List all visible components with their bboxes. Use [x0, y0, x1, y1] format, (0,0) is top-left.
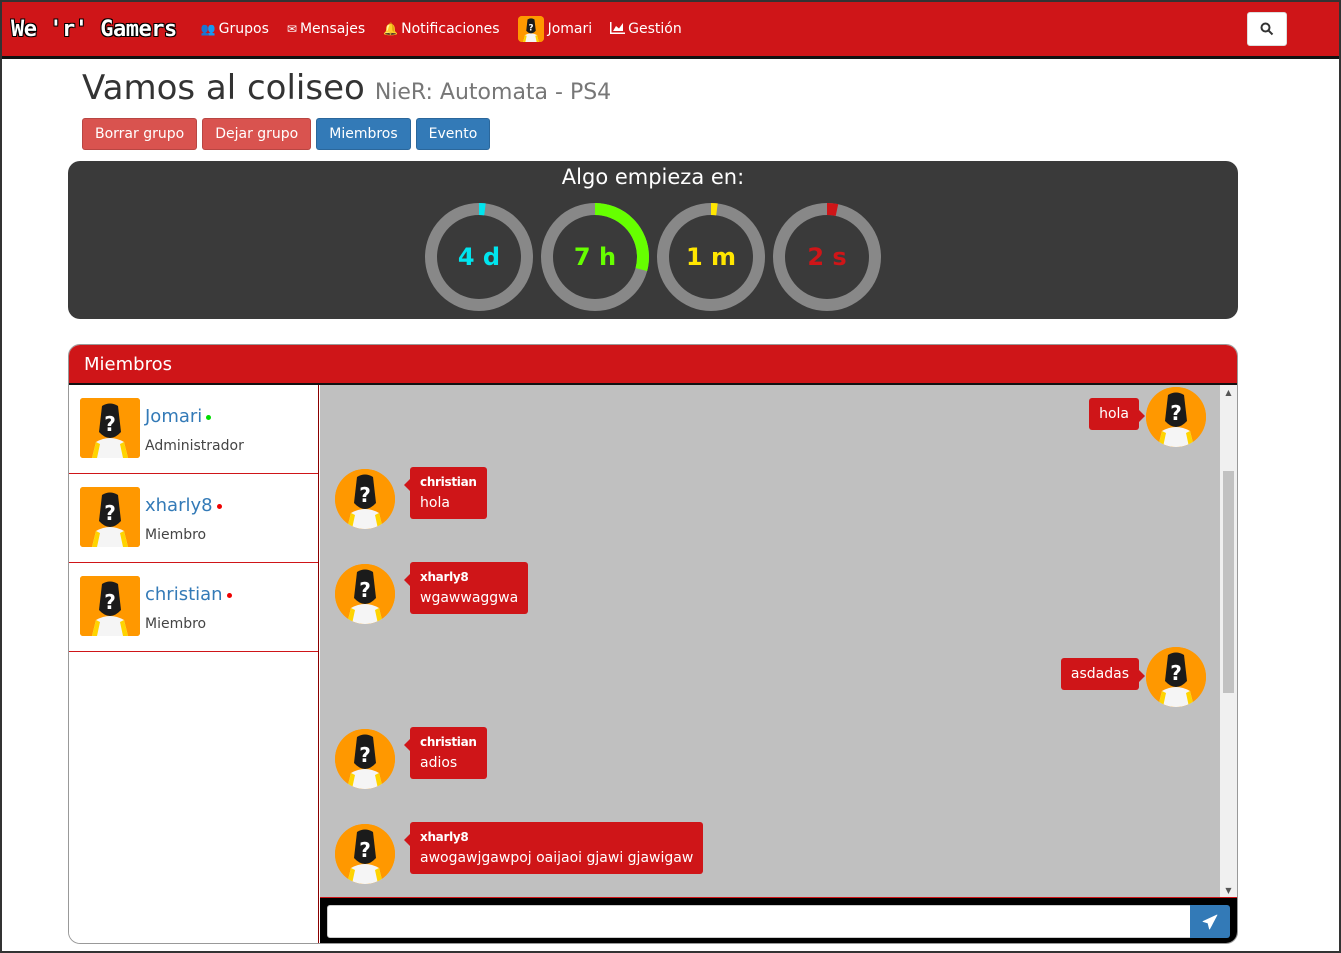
avatar	[517, 16, 544, 42]
chat-scrollbar[interactable]: ▲ ▼	[1220, 385, 1237, 897]
chat-area[interactable]: hola christian hola xharly8 wgawwaggwa a…	[320, 385, 1237, 897]
member-role: Miembro	[145, 527, 207, 543]
nav-profile-label: Jomari	[547, 21, 593, 37]
message-author: christian	[420, 735, 477, 749]
member-item[interactable]: xharly8 Miembro	[69, 474, 318, 563]
member-name-text: christian	[145, 584, 223, 605]
member-role: Miembro	[145, 616, 207, 632]
chat-message: christian adios	[404, 727, 487, 779]
nav-mensajes-label: Mensajes	[299, 21, 366, 37]
countdown-value: 4 d	[457, 243, 501, 271]
scroll-up-icon[interactable]: ▲	[1220, 385, 1237, 399]
members-panel: Miembros Jomari Administrador xharly8 Mi…	[68, 344, 1238, 944]
member-name-text: xharly8	[145, 495, 213, 516]
nav-notificaciones[interactable]: 🔔 Notificaciones	[383, 21, 499, 37]
message-text: hola	[420, 495, 450, 511]
bell-icon: 🔔	[383, 22, 399, 36]
envelope-icon: ✉	[286, 22, 297, 36]
avatar	[335, 824, 395, 884]
countdown-ring: 4 d	[423, 201, 535, 313]
member-name[interactable]: christian	[145, 584, 232, 605]
message-text: wgawwaggwa	[420, 590, 519, 606]
group-actions: Borrar grupo Dejar grupo Miembros Evento	[82, 118, 495, 150]
countdown-value: 1 m	[685, 243, 737, 271]
message-author: xharly8	[420, 570, 469, 584]
member-name-text: Jomari	[145, 406, 203, 427]
search-button[interactable]	[1247, 12, 1287, 46]
scroll-down-icon[interactable]: ▼	[1220, 883, 1237, 897]
members-panel-title: Miembros	[69, 345, 1237, 385]
delete-group-button[interactable]: Borrar grupo	[82, 118, 198, 150]
nav-grupos[interactable]: 👥 Grupos	[201, 21, 269, 37]
nav-grupos-label: Grupos	[218, 21, 269, 37]
brand-logo[interactable]: We 'r' Gamers	[11, 17, 177, 42]
avatar	[1146, 647, 1206, 707]
member-item[interactable]: christian Miembro	[69, 563, 318, 652]
chat-message: hola	[1089, 398, 1145, 430]
send-button[interactable]	[1190, 905, 1230, 938]
message-author: christian	[420, 475, 477, 489]
game-subtitle: NieR: Automata - PS4	[374, 80, 612, 105]
chat-message: asdadas	[1060, 658, 1146, 690]
avatar	[80, 398, 140, 458]
member-role: Administrador	[145, 438, 244, 454]
chat-message: christian hola	[404, 467, 487, 519]
avatar	[80, 576, 140, 636]
avatar	[80, 487, 140, 547]
message-text: asdadas	[1070, 666, 1129, 682]
message-author: xharly8	[420, 830, 469, 844]
chart-icon	[610, 21, 626, 37]
search-icon	[1260, 22, 1274, 36]
avatar	[335, 564, 395, 624]
nav-profile[interactable]: Jomari	[517, 16, 593, 42]
countdown-value: 2 s	[807, 243, 847, 271]
message-text: awogawjgawpoj oaijaoi gjawi gjawigaw	[420, 850, 694, 866]
status-dot-icon	[216, 503, 222, 509]
event-button[interactable]: Evento	[415, 118, 491, 150]
members-button[interactable]: Miembros	[316, 118, 411, 150]
countdown-ring: 1 m	[655, 201, 767, 313]
avatar	[1146, 387, 1206, 447]
top-navbar: We 'r' Gamers 👥 Grupos ✉ Mensajes 🔔 Noti…	[2, 2, 1339, 59]
countdown-title: Algo empieza en:	[561, 165, 745, 189]
nav-notificaciones-label: Notificaciones	[401, 21, 500, 37]
status-dot-icon	[226, 592, 232, 598]
message-text: hola	[1099, 406, 1129, 422]
paper-plane-icon	[1202, 914, 1218, 929]
avatar	[335, 729, 395, 789]
nav-mensajes[interactable]: ✉ Mensajes	[287, 21, 365, 37]
scrollbar-thumb[interactable]	[1223, 471, 1234, 693]
member-item[interactable]: Jomari Administrador	[69, 385, 318, 474]
chat-message-input[interactable]	[327, 905, 1191, 938]
nav-links: 👥 Grupos ✉ Mensajes 🔔 Notificaciones Jom…	[201, 16, 700, 42]
group-header: Vamos al coliseo NieR: Automata - PS4	[82, 68, 611, 108]
countdown-ring: 7 h	[539, 201, 651, 313]
chat-message: xharly8 wgawwaggwa	[403, 562, 529, 614]
countdown-ring: 2 s	[771, 201, 883, 313]
status-dot-icon	[206, 414, 212, 420]
users-icon: 👥	[200, 22, 216, 36]
avatar	[335, 469, 395, 529]
chat-message: xharly8 awogawjgawpoj oaijaoi gjawi gjaw…	[403, 822, 704, 874]
nav-gestion-label: Gestión	[628, 21, 682, 37]
countdown-panel: Algo empieza en: 4 d 7 h 1 m 2 s	[68, 161, 1238, 319]
member-name[interactable]: xharly8	[145, 495, 222, 516]
nav-gestion[interactable]: Gestión	[610, 21, 682, 37]
leave-group-button[interactable]: Dejar grupo	[202, 118, 312, 150]
member-name[interactable]: Jomari	[145, 406, 212, 427]
countdown-value: 7 h	[573, 243, 617, 271]
page-title: Vamos al coliseo	[82, 68, 365, 108]
member-list: Jomari Administrador xharly8 Miembro chr…	[69, 385, 319, 943]
countdown-rings: 4 d 7 h 1 m 2 s	[423, 201, 887, 313]
message-text: adios	[420, 755, 458, 771]
chat-input-bar	[320, 897, 1237, 943]
